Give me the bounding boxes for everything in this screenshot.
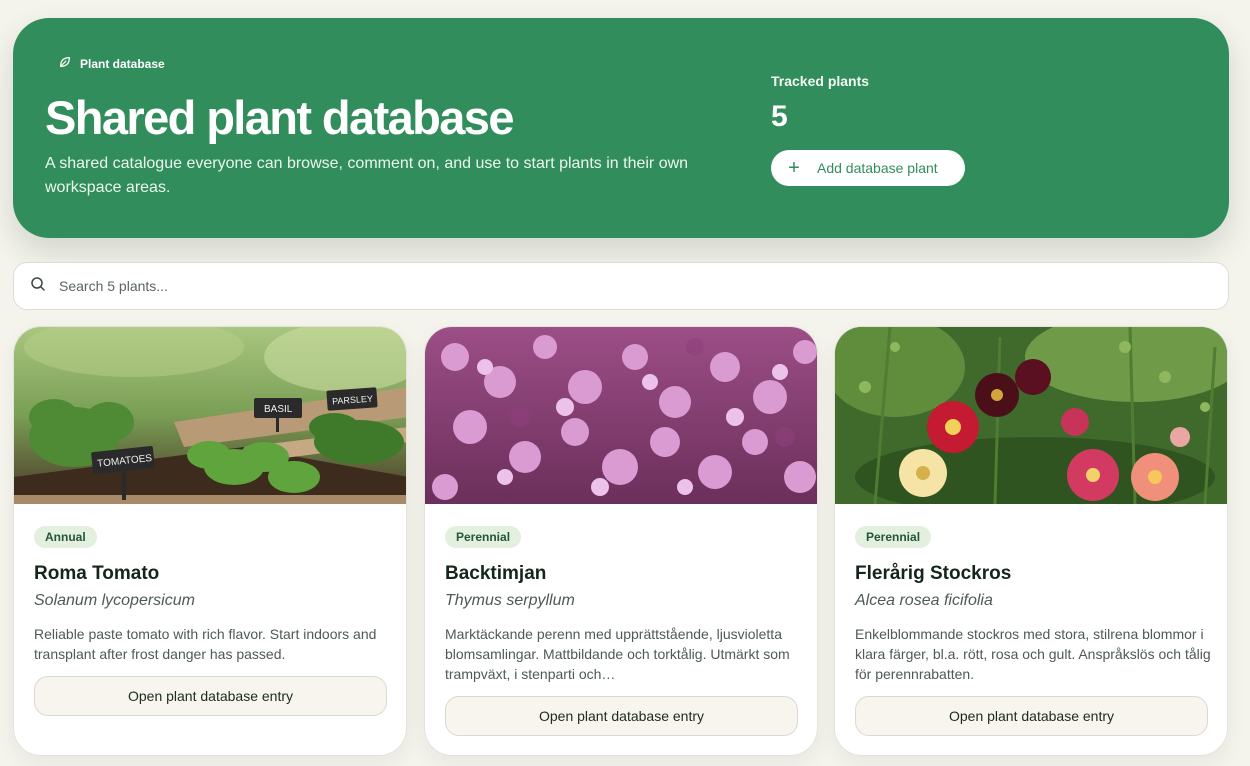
open-plant-entry-button[interactable]: Open plant database entry [855,696,1208,736]
plant-scientific-name: Alcea rosea ficifolia [855,592,993,609]
page-title: Shared plant database [45,91,514,144]
add-database-plant-button[interactable]: + Add database plant [771,150,965,186]
tracked-plants-count: 5 [771,100,788,133]
page-description: A shared catalogue everyone can browse, … [45,155,689,196]
leaf-icon [58,55,72,72]
add-database-plant-label: Add database plant [817,160,938,176]
plant-name: Flerårig Stockros [855,563,1012,584]
plant-description: Marktäckande perenn med upprättstående, … [445,626,790,682]
plant-image [425,327,817,504]
open-plant-entry-button[interactable]: Open plant database entry [445,696,798,736]
lifecycle-badge: Perennial [855,526,932,548]
hero-banner: Plant database Shared plant database A s… [13,18,1229,238]
search-bar [13,262,1229,310]
plant-scientific-name: Thymus serpyllum [445,592,575,609]
plant-card: Perennial Flerårig Stockros Alcea rosea … [834,326,1228,756]
plant-image [835,327,1227,504]
basil-label: BASIL [264,404,293,415]
lifecycle-badge: Annual [34,526,97,548]
plant-scientific-name: Solanum lycopersicum [34,592,195,609]
plant-card: Perennial Backtimjan Thymus serpyllum Ma… [424,326,818,756]
plant-image: TOMATOES BASIL PARSLEY [14,327,406,504]
hero-eyebrow: Plant database [58,55,165,72]
open-plant-entry-button[interactable]: Open plant database entry [34,676,387,716]
hero-eyebrow-label: Plant database [80,56,165,71]
lifecycle-badge: Perennial [445,526,522,548]
plant-name: Roma Tomato [34,563,160,584]
plant-description: Reliable paste tomato with rich flavor. … [34,626,377,662]
plus-icon: + [788,157,800,179]
plant-name: Backtimjan [445,563,547,584]
plant-description: Enkelblommande stockros med stora, stilr… [855,626,1211,682]
tracked-plants-label: Tracked plants [771,73,870,89]
search-icon [30,276,46,297]
search-input[interactable] [59,278,1159,294]
plant-card: TOMATOES BASIL PARSLEY Annual Roma Tomat… [13,326,407,756]
